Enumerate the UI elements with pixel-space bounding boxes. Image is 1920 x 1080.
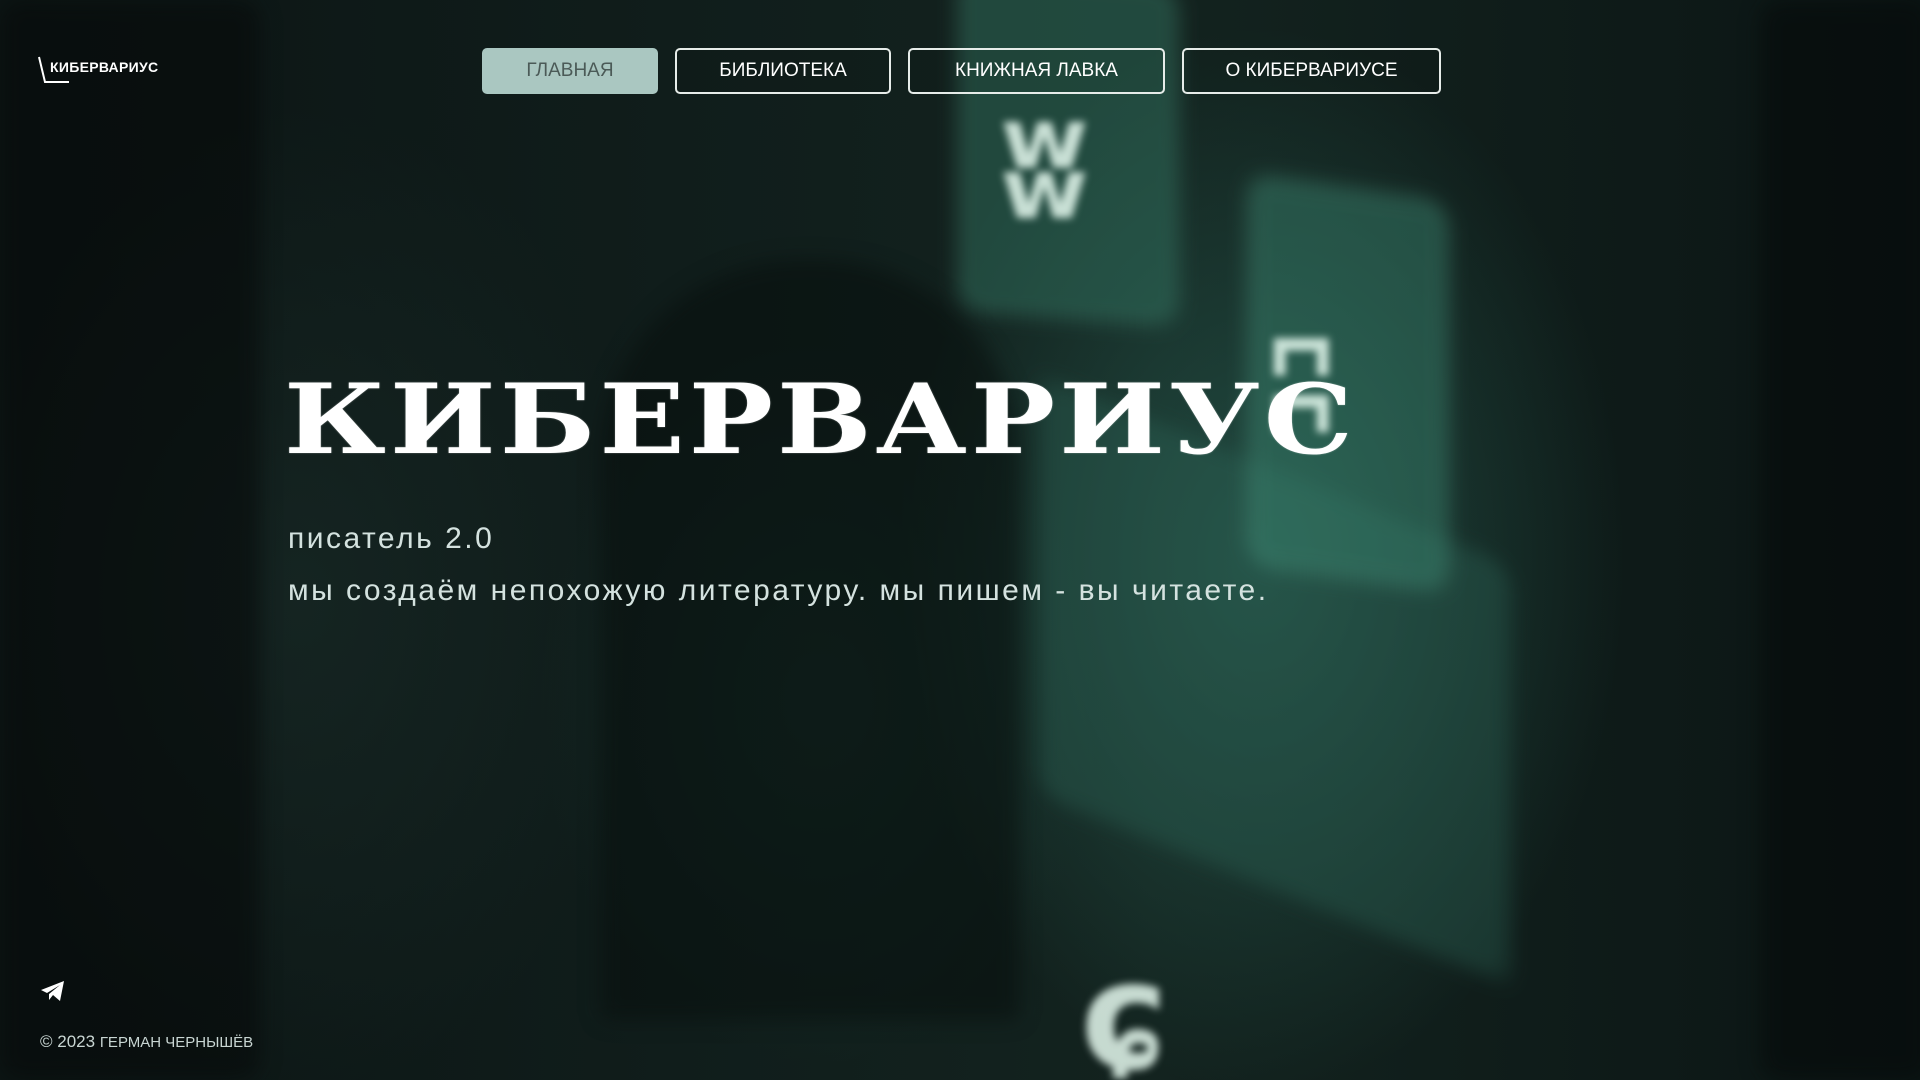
background-pillar-left — [0, 0, 260, 1080]
background-pillar-right — [1760, 0, 1920, 1080]
copyright-text: © 2023 ГЕРМАН ЧЕРНЫШЁВ — [40, 1032, 253, 1052]
background-glyph: ʬ — [1000, 80, 1089, 254]
background-glyph: ɕ — [1080, 930, 1169, 1080]
nav-about-button[interactable]: О КИБЕРВАРИУСЕ — [1182, 48, 1441, 94]
nav-home-button[interactable]: ГЛАВНАЯ — [482, 48, 658, 94]
site-logo[interactable]: КИБЕРВАРИУС — [36, 54, 158, 86]
nav-library-button[interactable]: БИБЛИОТЕКА — [675, 48, 891, 94]
hero-tagline: мы создаём непохожую литературу. мы пише… — [288, 574, 1269, 607]
logo-slash-icon — [38, 56, 69, 83]
hero-background: ʬ ʭ ɕ КИБЕРВАРИУС ГЛАВНАЯ БИБЛИОТЕКА КНИ… — [0, 0, 1920, 1080]
main-nav: ГЛАВНАЯ БИБЛИОТЕКА КНИЖНАЯ ЛАВКА О КИБЕР… — [482, 48, 1441, 94]
copyright-prefix: © 2023 — [40, 1032, 96, 1051]
nav-bookshop-button[interactable]: КНИЖНАЯ ЛАВКА — [908, 48, 1165, 94]
telegram-icon[interactable] — [40, 980, 66, 1002]
hero-subtitle: писатель 2.0 — [288, 522, 495, 555]
hero-title: КИБЕРВАРИУС — [284, 363, 1357, 477]
copyright-author: ГЕРМАН ЧЕРНЫШЁВ — [99, 1034, 254, 1051]
